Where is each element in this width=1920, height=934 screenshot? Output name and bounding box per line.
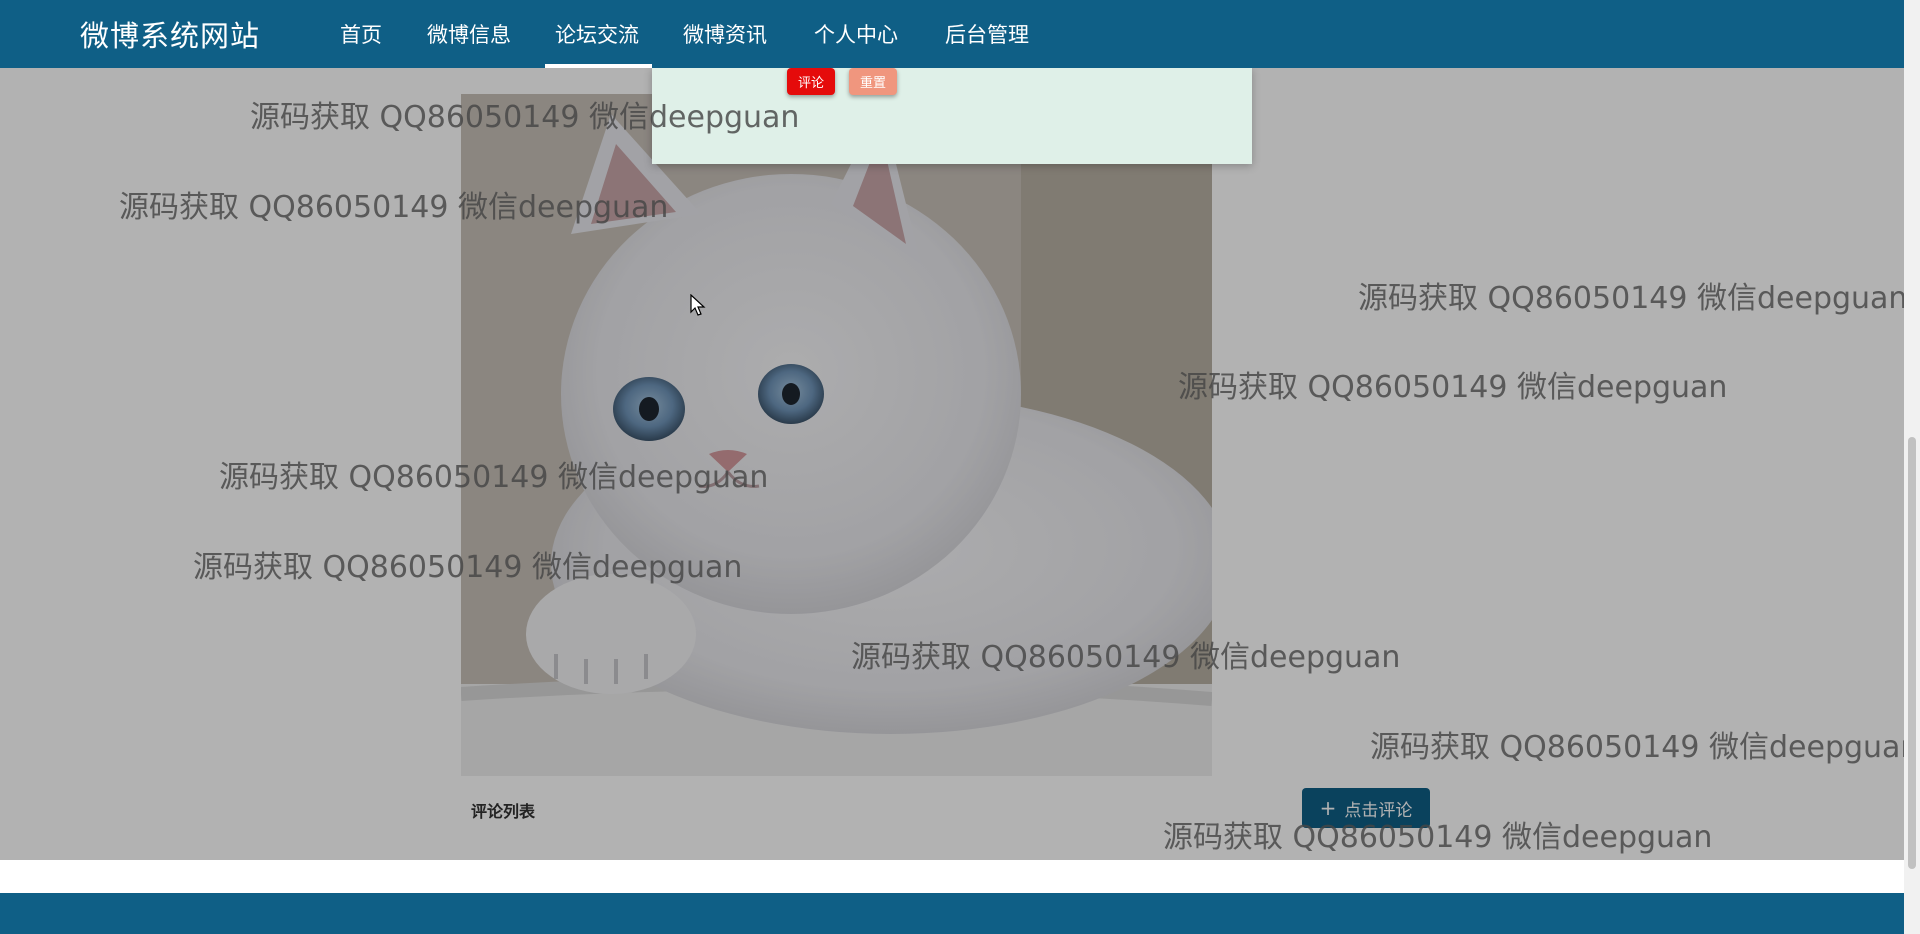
nav-item-home[interactable]: 首页 — [340, 19, 382, 49]
top-navbar: 微博系统网站 首页 微博信息 论坛交流 微博资讯 个人中心 后台管理 — [0, 0, 1904, 68]
nav-item-admin[interactable]: 后台管理 — [945, 19, 1029, 49]
footer-bar — [0, 893, 1904, 934]
page-scrollbar[interactable] — [1904, 0, 1920, 934]
reset-button[interactable]: 重置 — [849, 68, 897, 95]
site-brand[interactable]: 微博系统网站 — [80, 13, 260, 55]
scrollbar-thumb[interactable] — [1908, 437, 1916, 869]
watermark-text: 源码获取 QQ86050149 微信deepguan — [851, 640, 1401, 675]
watermark-text: 源码获取 QQ86050149 微信deepguan — [119, 190, 669, 225]
watermark-text: 源码获取 QQ86050149 微信deepguan — [1163, 820, 1713, 855]
watermark-text: 源码获取 QQ86050149 微信deepguan — [1370, 730, 1920, 765]
nav-item-weibo-info[interactable]: 微博信息 — [427, 19, 511, 49]
watermark-text: 源码获取 QQ86050149 微信deepguan — [219, 460, 769, 495]
nav-item-personal-center[interactable]: 个人中心 — [814, 19, 898, 49]
footer-spacer — [0, 860, 1904, 893]
watermark-text: 源码获取 QQ86050149 微信deepguan — [193, 550, 743, 585]
nav-active-indicator — [545, 64, 652, 68]
nav-item-weibo-news[interactable]: 微博资讯 — [683, 19, 767, 49]
watermark-text: 源码获取 QQ86050149 微信deepguan — [1358, 281, 1908, 316]
watermark-text: 源码获取 QQ86050149 微信deepguan — [250, 100, 800, 135]
watermark-text: 源码获取 QQ86050149 微信deepguan — [1178, 370, 1728, 405]
mouse-cursor-icon — [690, 294, 706, 316]
nav-item-forum[interactable]: 论坛交流 — [555, 19, 639, 49]
submit-comment-button[interactable]: 评论 — [787, 68, 835, 95]
